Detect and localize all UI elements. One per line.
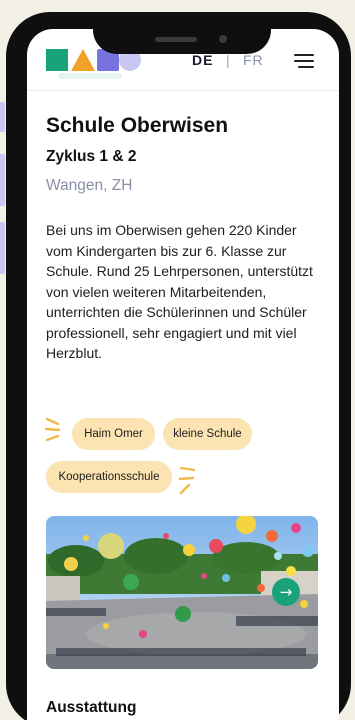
tag-kooperationsschule[interactable]: Kooperationsschule [46,461,172,493]
school-cycle: Zyklus 1 & 2 [46,148,137,165]
page-title: Schule Oberwisen [46,114,229,137]
section-title-equipment: Ausstattung [46,699,137,716]
phone-speaker [155,37,197,42]
phone-screen: DE | FR Schule Oberwisen Zyklus 1 & 2 Wa… [27,29,339,720]
lang-de-link[interactable]: DE [192,52,213,68]
school-location: Wangen, ZH [46,177,133,194]
tag-kleine-schule[interactable]: kleine Schule [163,418,252,450]
sparkle-icon [178,466,196,495]
arrow-right-icon: → [279,583,293,601]
phone-notch [93,12,271,54]
sparkle-icon [44,417,61,442]
phone-camera [219,35,227,43]
side-tab [0,102,5,132]
lang-separator: | [226,52,231,68]
logo-orange-triangle [71,49,95,71]
logo-shadow [58,73,122,79]
side-tab [0,154,5,206]
hamburger-menu-icon[interactable] [294,53,314,69]
tag-haim-omer[interactable]: Haim Omer [72,418,155,450]
school-description: Bei uns im Oberwisen gehen 220 Kinder vo… [46,222,313,361]
logo-green-square [46,49,68,71]
lang-fr-link[interactable]: FR [243,52,264,68]
side-tab [0,222,5,274]
gallery-next-button[interactable]: → [272,578,300,606]
